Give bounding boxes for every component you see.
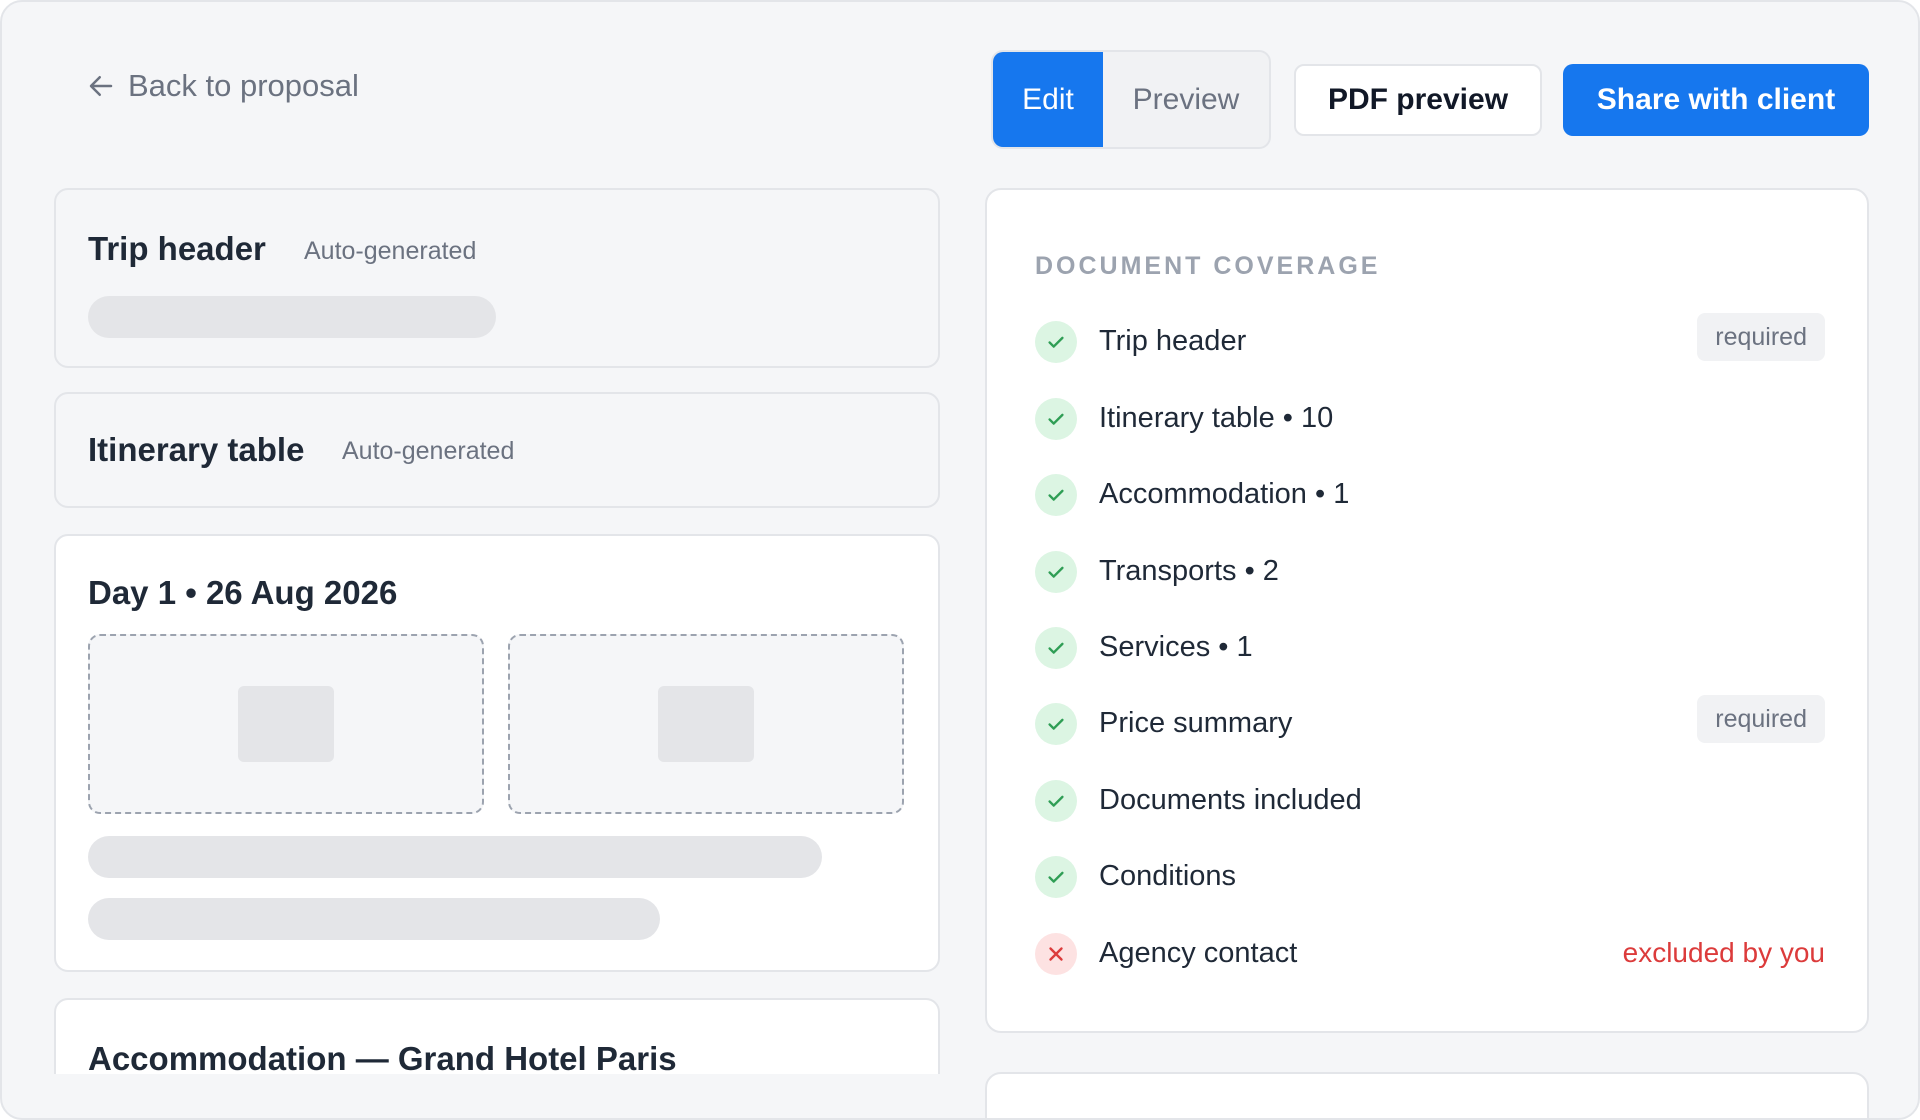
coverage-item[interactable]: Price summary required [1035, 695, 1825, 747]
check-icon [1035, 551, 1077, 593]
coverage-item-label: Transports • 2 [1099, 555, 1279, 587]
coverage-item-label: Agency contact [1099, 937, 1298, 969]
check-icon [1035, 703, 1077, 745]
secondary-panel [985, 1072, 1869, 1118]
coverage-item-label: Itinerary table • 10 [1099, 402, 1334, 434]
coverage-item[interactable]: Conditions [1035, 854, 1825, 900]
arrow-left-icon [89, 76, 113, 96]
text-placeholder [88, 898, 660, 940]
coverage-item-label: Documents included [1099, 784, 1362, 816]
excluded-note: excluded by you [1622, 937, 1825, 968]
accommodation-title: Accommodation — Grand Hotel Paris [88, 1040, 677, 1074]
pdf-preview-button[interactable]: PDF preview [1294, 64, 1542, 136]
text-placeholder [88, 836, 822, 878]
back-to-proposal-link[interactable]: Back to proposal [86, 68, 359, 104]
coverage-item-label: Trip header [1099, 325, 1247, 357]
auto-generated-tag: Auto-generated [304, 237, 477, 265]
check-icon [1035, 474, 1077, 516]
section-itinerary-table[interactable]: Itinerary table Auto-generated [54, 392, 940, 508]
check-icon [1035, 321, 1077, 363]
section-day-1[interactable]: Day 1 • 26 Aug 2026 [54, 534, 940, 972]
section-title: Trip header [88, 230, 266, 267]
coverage-item[interactable]: Agency contact excluded by you [1035, 931, 1825, 977]
x-icon [1035, 933, 1077, 975]
document-sections: Trip header Auto-generated Itinerary tab… [54, 188, 940, 1074]
coverage-item[interactable]: Itinerary table • 10 [1035, 396, 1825, 442]
coverage-item[interactable]: Transports • 2 [1035, 549, 1825, 595]
mode-toggle: Edit Preview [991, 50, 1271, 149]
tab-preview[interactable]: Preview [1103, 52, 1269, 147]
coverage-item-label: Accommodation • 1 [1099, 478, 1350, 510]
coverage-item[interactable]: Accommodation • 1 [1035, 472, 1825, 518]
image-drop-zone[interactable] [508, 634, 904, 814]
section-title: Itinerary table [88, 431, 305, 468]
auto-generated-tag: Auto-generated [342, 437, 515, 465]
day-title: Day 1 • 26 Aug 2026 [88, 574, 398, 611]
check-icon [1035, 398, 1077, 440]
section-trip-header[interactable]: Trip header Auto-generated [54, 188, 940, 368]
image-drop-zone[interactable] [88, 634, 484, 814]
coverage-item-label: Services • 1 [1099, 631, 1253, 663]
check-icon [1035, 856, 1077, 898]
document-editor: Back to proposal Edit Preview PDF previe… [0, 0, 1920, 1120]
content-placeholder [88, 296, 496, 338]
back-to-proposal-label: Back to proposal [128, 68, 359, 103]
required-badge: required [1697, 695, 1825, 743]
coverage-item[interactable]: Trip header required [1035, 313, 1825, 365]
section-accommodation[interactable]: Accommodation — Grand Hotel Paris [54, 998, 940, 1074]
coverage-heading: DOCUMENT COVERAGE [1035, 252, 1381, 280]
check-icon [1035, 627, 1077, 669]
image-placeholder-icon [658, 686, 754, 762]
tab-edit[interactable]: Edit [993, 52, 1103, 147]
coverage-item[interactable]: Services • 1 [1035, 625, 1825, 671]
coverage-item-label: Price summary [1099, 707, 1293, 739]
share-with-client-button[interactable]: Share with client [1563, 64, 1869, 136]
coverage-item[interactable]: Documents included [1035, 778, 1825, 824]
document-coverage-panel: DOCUMENT COVERAGE Trip header required Iti… [985, 188, 1869, 1033]
image-placeholder-icon [238, 686, 334, 762]
required-badge: required [1697, 313, 1825, 361]
coverage-item-label: Conditions [1099, 860, 1237, 892]
check-icon [1035, 780, 1077, 822]
